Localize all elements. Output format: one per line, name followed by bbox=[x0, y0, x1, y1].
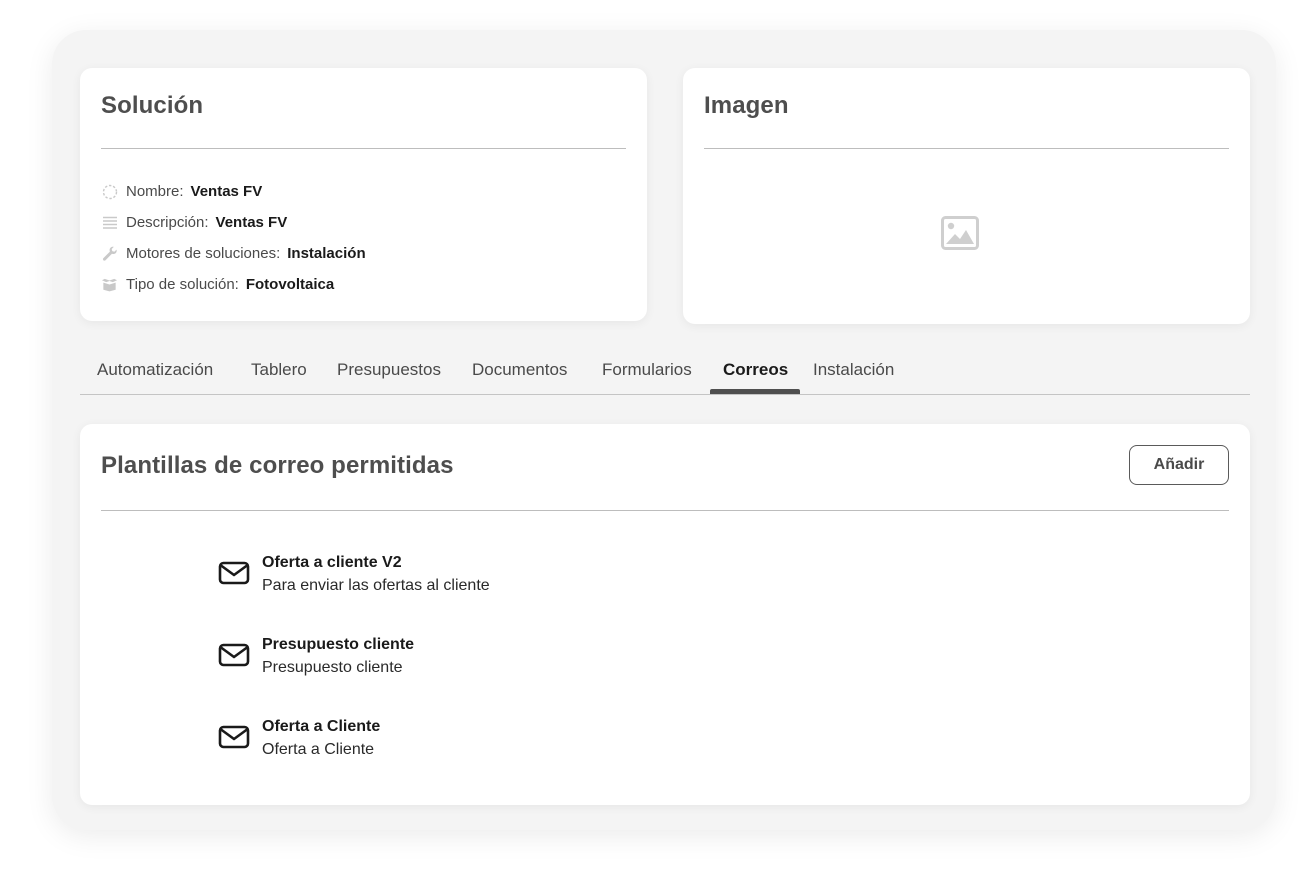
template-text: Oferta a Cliente Oferta a Cliente bbox=[262, 716, 380, 762]
info-value: Instalación bbox=[287, 245, 366, 262]
image-placeholder-icon[interactable] bbox=[941, 216, 979, 250]
mail-templates-card: Plantillas de correo permitidas Añadir O… bbox=[80, 424, 1250, 805]
add-button[interactable]: Añadir bbox=[1129, 445, 1229, 485]
info-row-nombre: Nombre: Ventas FV bbox=[101, 176, 366, 207]
info-row-motores: Motores de soluciones: Instalación bbox=[101, 238, 366, 269]
template-description: Oferta a Cliente bbox=[262, 741, 375, 758]
template-list: Oferta a cliente V2 Para enviar las ofer… bbox=[218, 552, 490, 798]
wrench-icon bbox=[101, 246, 118, 262]
dashed-circle-icon bbox=[101, 184, 118, 200]
tab-instalacion[interactable]: Instalación bbox=[813, 360, 894, 380]
divider bbox=[101, 510, 1229, 511]
info-value: Fotovoltaica bbox=[245, 276, 335, 293]
tab-correos[interactable]: Correos bbox=[723, 360, 788, 380]
template-text: Presupuesto cliente Presupuesto cliente bbox=[262, 634, 414, 680]
solution-info-list: Nombre: Ventas FV Descripción: Ventas FV… bbox=[101, 176, 366, 300]
info-value: Ventas FV bbox=[190, 183, 263, 200]
template-text: Oferta a cliente V2 Para enviar las ofer… bbox=[262, 552, 490, 598]
envelope-icon bbox=[218, 725, 250, 749]
solution-title: Solución bbox=[101, 92, 204, 119]
tab-formularios[interactable]: Formularios bbox=[602, 360, 692, 380]
info-label: Nombre: bbox=[126, 183, 184, 200]
envelope-icon bbox=[218, 643, 250, 667]
template-description: Presupuesto cliente bbox=[262, 659, 403, 676]
info-label: Motores de soluciones: bbox=[126, 245, 281, 262]
tab-automatizacion[interactable]: Automatización bbox=[97, 360, 213, 380]
list-item[interactable]: Oferta a cliente V2 Para enviar las ofer… bbox=[218, 552, 490, 634]
tab-presupuestos[interactable]: Presupuestos bbox=[337, 360, 441, 380]
template-description: Para enviar las ofertas al cliente bbox=[262, 577, 490, 594]
list-item[interactable]: Presupuesto cliente Presupuesto cliente bbox=[218, 634, 490, 716]
image-card: Imagen bbox=[683, 68, 1250, 324]
list-item[interactable]: Oferta a Cliente Oferta a Cliente bbox=[218, 716, 490, 798]
info-label: Descripción: bbox=[126, 214, 209, 231]
solution-card: Solución Nombre: Ventas FV Descripción: … bbox=[80, 68, 647, 321]
tab-bar: Automatización Tablero Presupuestos Docu… bbox=[80, 352, 1250, 395]
divider bbox=[704, 148, 1229, 149]
active-tab-indicator bbox=[710, 389, 800, 394]
info-row-tipo: Tipo de solución: Fotovoltaica bbox=[101, 269, 366, 300]
tab-tablero[interactable]: Tablero bbox=[251, 360, 307, 380]
divider bbox=[101, 148, 626, 149]
info-label: Tipo de solución: bbox=[126, 276, 239, 293]
box-icon bbox=[101, 277, 118, 293]
template-title: Presupuesto cliente bbox=[262, 636, 415, 653]
template-title: Oferta a cliente V2 bbox=[262, 554, 402, 571]
template-title: Oferta a Cliente bbox=[262, 718, 381, 735]
image-title: Imagen bbox=[704, 92, 789, 119]
envelope-icon bbox=[218, 561, 250, 585]
info-value: Ventas FV bbox=[215, 214, 288, 231]
tab-documentos[interactable]: Documentos bbox=[472, 360, 567, 380]
mail-templates-title: Plantillas de correo permitidas bbox=[101, 452, 454, 479]
lines-icon bbox=[101, 215, 118, 231]
info-row-descripcion: Descripción: Ventas FV bbox=[101, 207, 366, 238]
